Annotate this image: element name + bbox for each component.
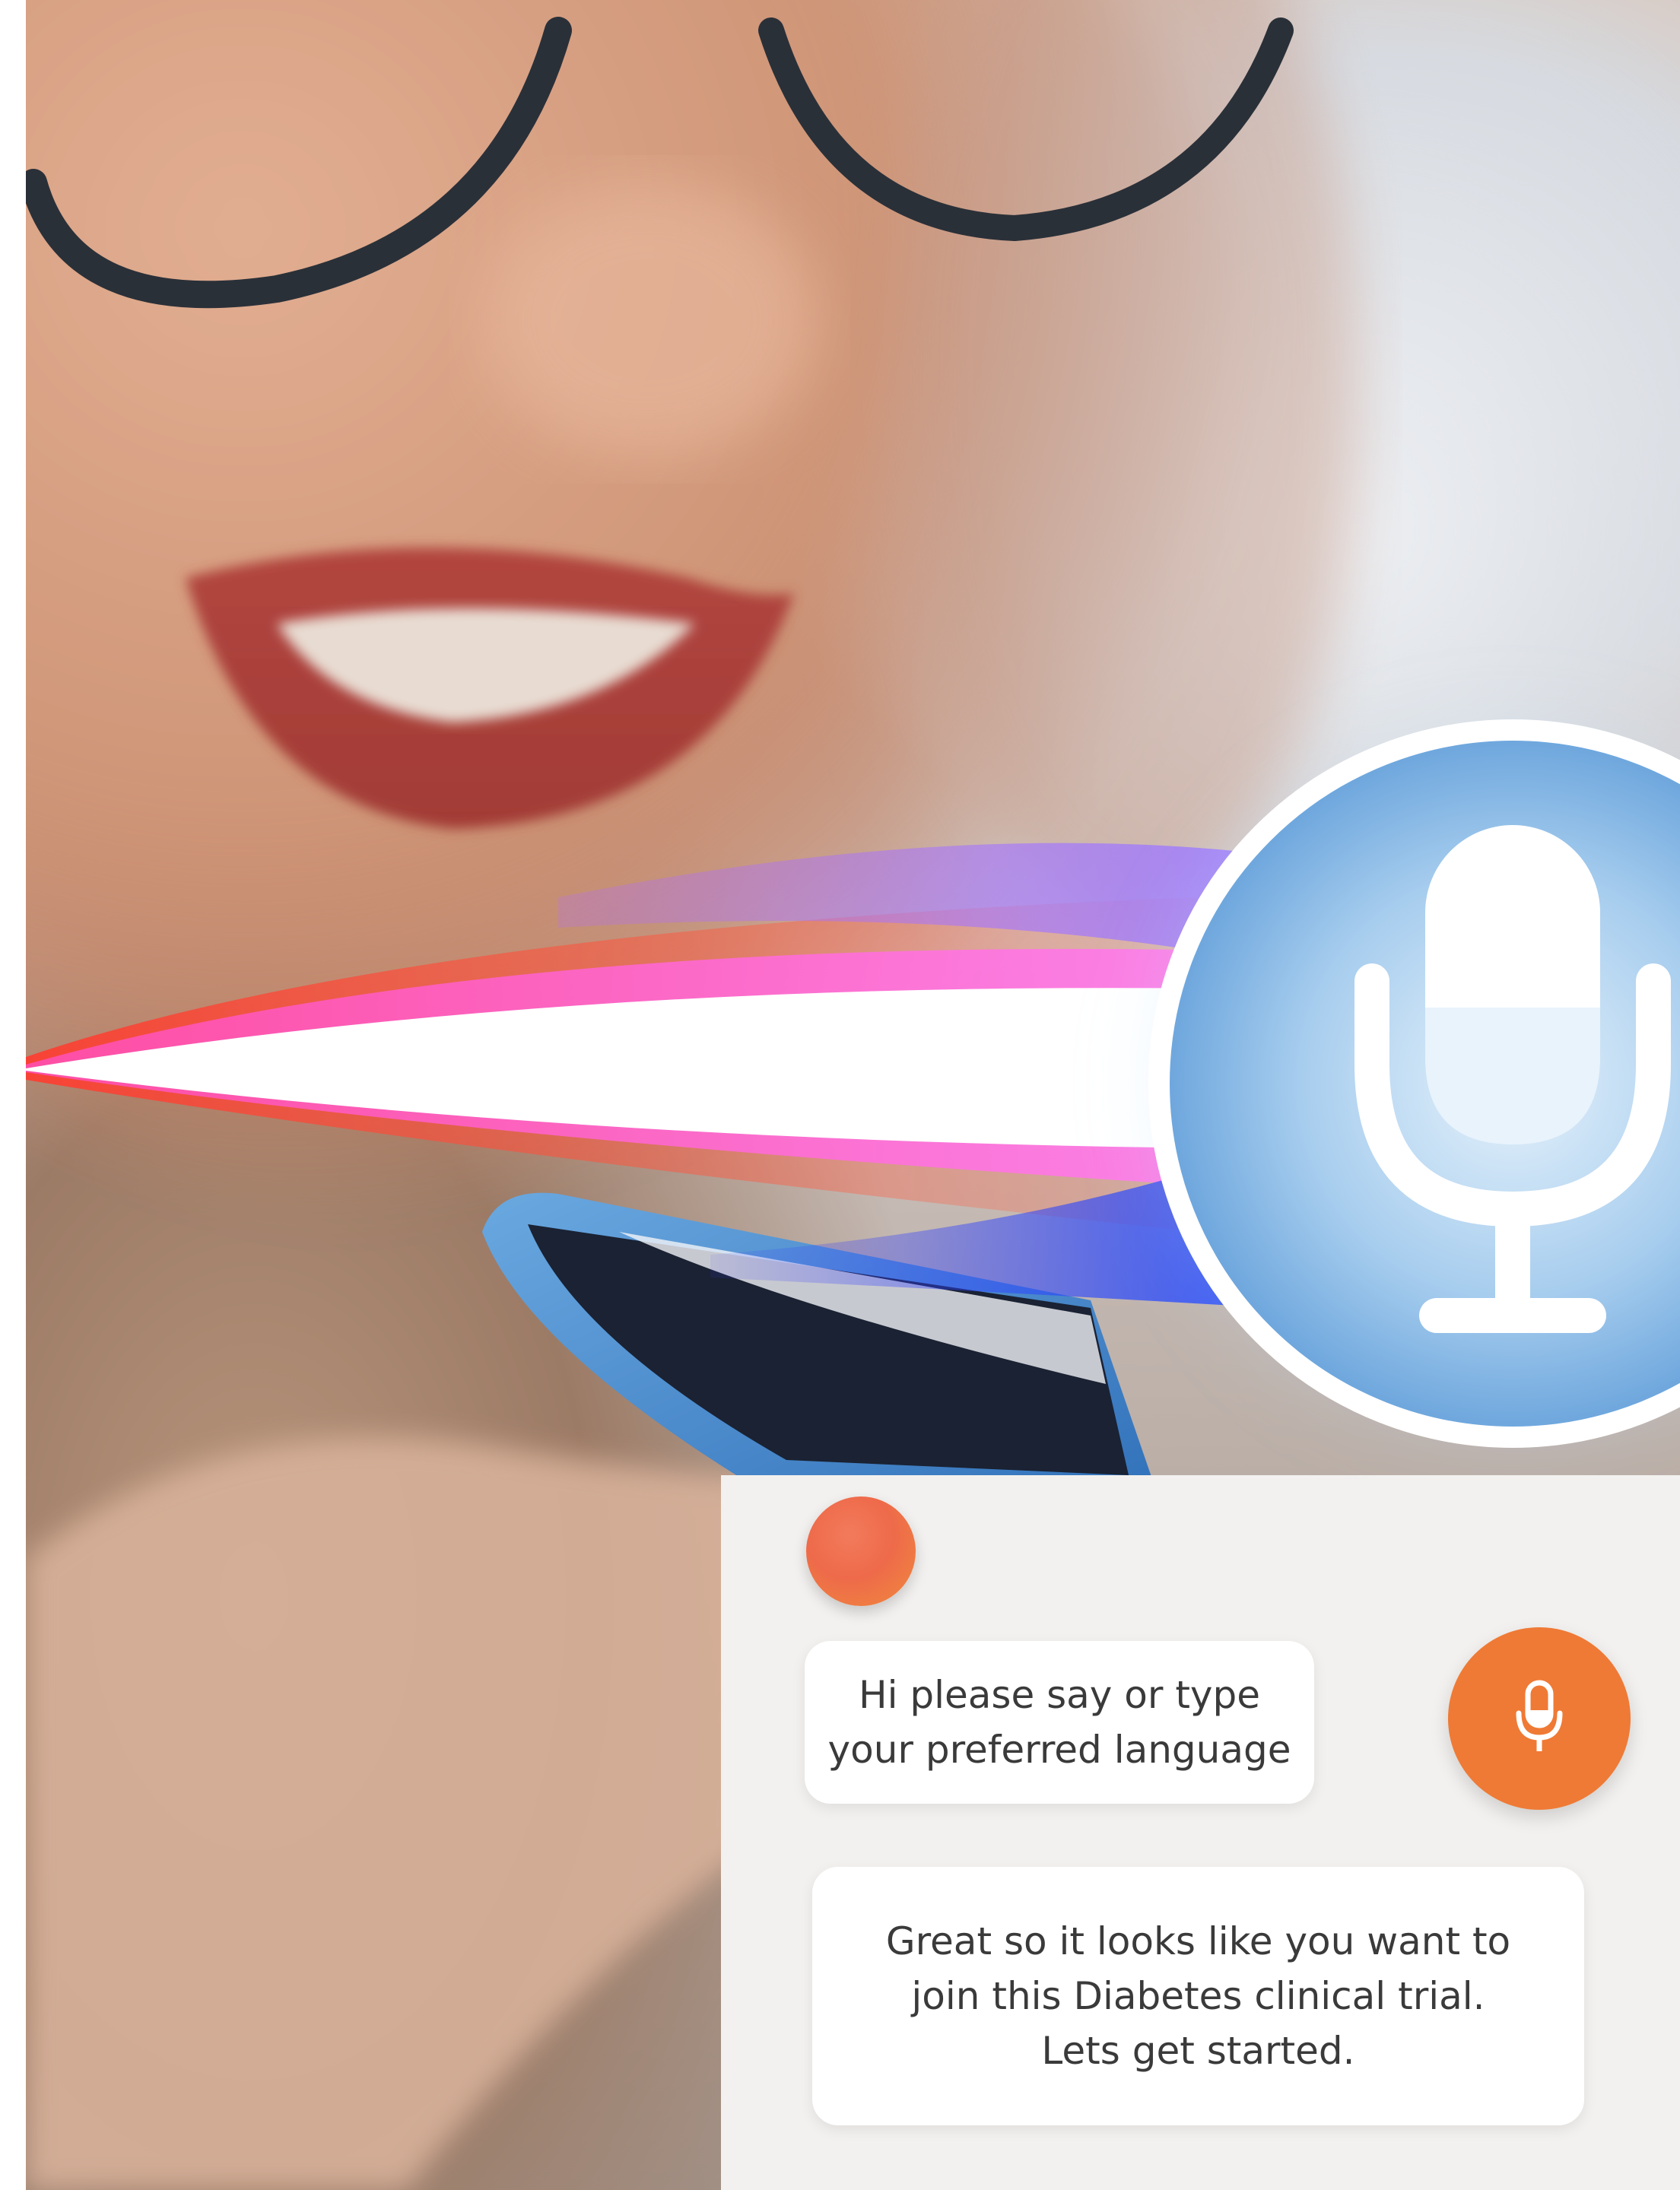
assistant-message-language-text: Hi please say or type your preferred lan… <box>827 1673 1291 1772</box>
microphone-icon <box>1516 1680 1563 1751</box>
voice-input-button[interactable] <box>1448 1627 1631 1810</box>
bot-avatar-icon <box>806 1496 916 1606</box>
assistant-message-language: Hi please say or type your preferred lan… <box>805 1641 1314 1804</box>
left-margin <box>0 0 26 2190</box>
page: Hi please say or type your preferred lan… <box>0 0 1680 2190</box>
chat-panel: Hi please say or type your preferred lan… <box>721 1475 1680 2190</box>
assistant-message-confirmation: Great so it looks like you want to join … <box>812 1867 1584 2125</box>
assistant-message-confirmation-text: Great so it looks like you want to join … <box>885 1919 1511 2073</box>
